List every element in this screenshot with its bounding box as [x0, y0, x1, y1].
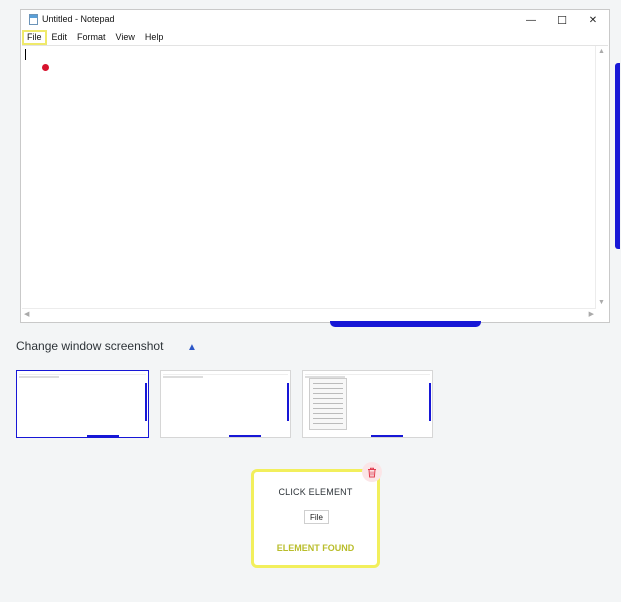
text-caret — [25, 49, 26, 60]
delete-step-button[interactable] — [362, 462, 382, 482]
selection-edge-bottom — [330, 321, 481, 327]
chevron-up-icon[interactable]: ▲ — [187, 342, 197, 353]
step-title: CLICK ELEMENT — [278, 487, 353, 497]
selection-edge-right — [615, 63, 620, 249]
menu-item-format[interactable]: Format — [73, 31, 110, 44]
notepad-app-icon — [29, 14, 38, 25]
scroll-down-icon[interactable]: ▼ — [598, 299, 605, 307]
notepad-text-area[interactable]: ▲ ▼ ◀ ▶ — [22, 45, 608, 321]
click-position-marker — [42, 64, 49, 71]
vertical-scrollbar[interactable]: ▲ ▼ — [595, 46, 608, 309]
scroll-left-icon[interactable]: ◀ — [24, 311, 29, 319]
window-thumbnail-3[interactable] — [302, 370, 433, 438]
minimize-icon[interactable]: — — [516, 10, 546, 30]
notepad-window-title: Untitled - Notepad — [42, 14, 115, 24]
maximize-icon[interactable]: ☐ — [547, 10, 577, 30]
menu-item-help[interactable]: Help — [141, 31, 168, 44]
target-element-chip: File — [304, 510, 329, 524]
menu-item-file[interactable]: File — [22, 30, 47, 45]
scroll-up-icon[interactable]: ▲ — [598, 48, 605, 56]
window-thumbnail-2[interactable] — [160, 370, 291, 438]
menu-item-edit[interactable]: Edit — [48, 31, 72, 44]
menu-dropdown-preview — [309, 378, 347, 430]
notepad-titlebar: Untitled - Notepad — ☐ ✕ — [21, 10, 609, 30]
window-thumbnail-1[interactable] — [16, 370, 149, 438]
click-element-step-card[interactable]: CLICK ELEMENT File ELEMENT FOUND — [251, 469, 380, 568]
notepad-menubar: File Edit Format View Help — [21, 30, 609, 45]
menu-item-view[interactable]: View — [112, 31, 139, 44]
notepad-window-screenshot[interactable]: Untitled - Notepad — ☐ ✕ File Edit Forma… — [20, 9, 610, 323]
horizontal-scrollbar[interactable]: ◀ ▶ — [22, 308, 596, 321]
close-icon[interactable]: ✕ — [578, 10, 608, 30]
scroll-right-icon[interactable]: ▶ — [589, 311, 594, 319]
section-title: Change window screenshot — [16, 339, 164, 353]
trash-icon — [368, 467, 376, 477]
status-badge: ELEMENT FOUND — [276, 543, 355, 553]
